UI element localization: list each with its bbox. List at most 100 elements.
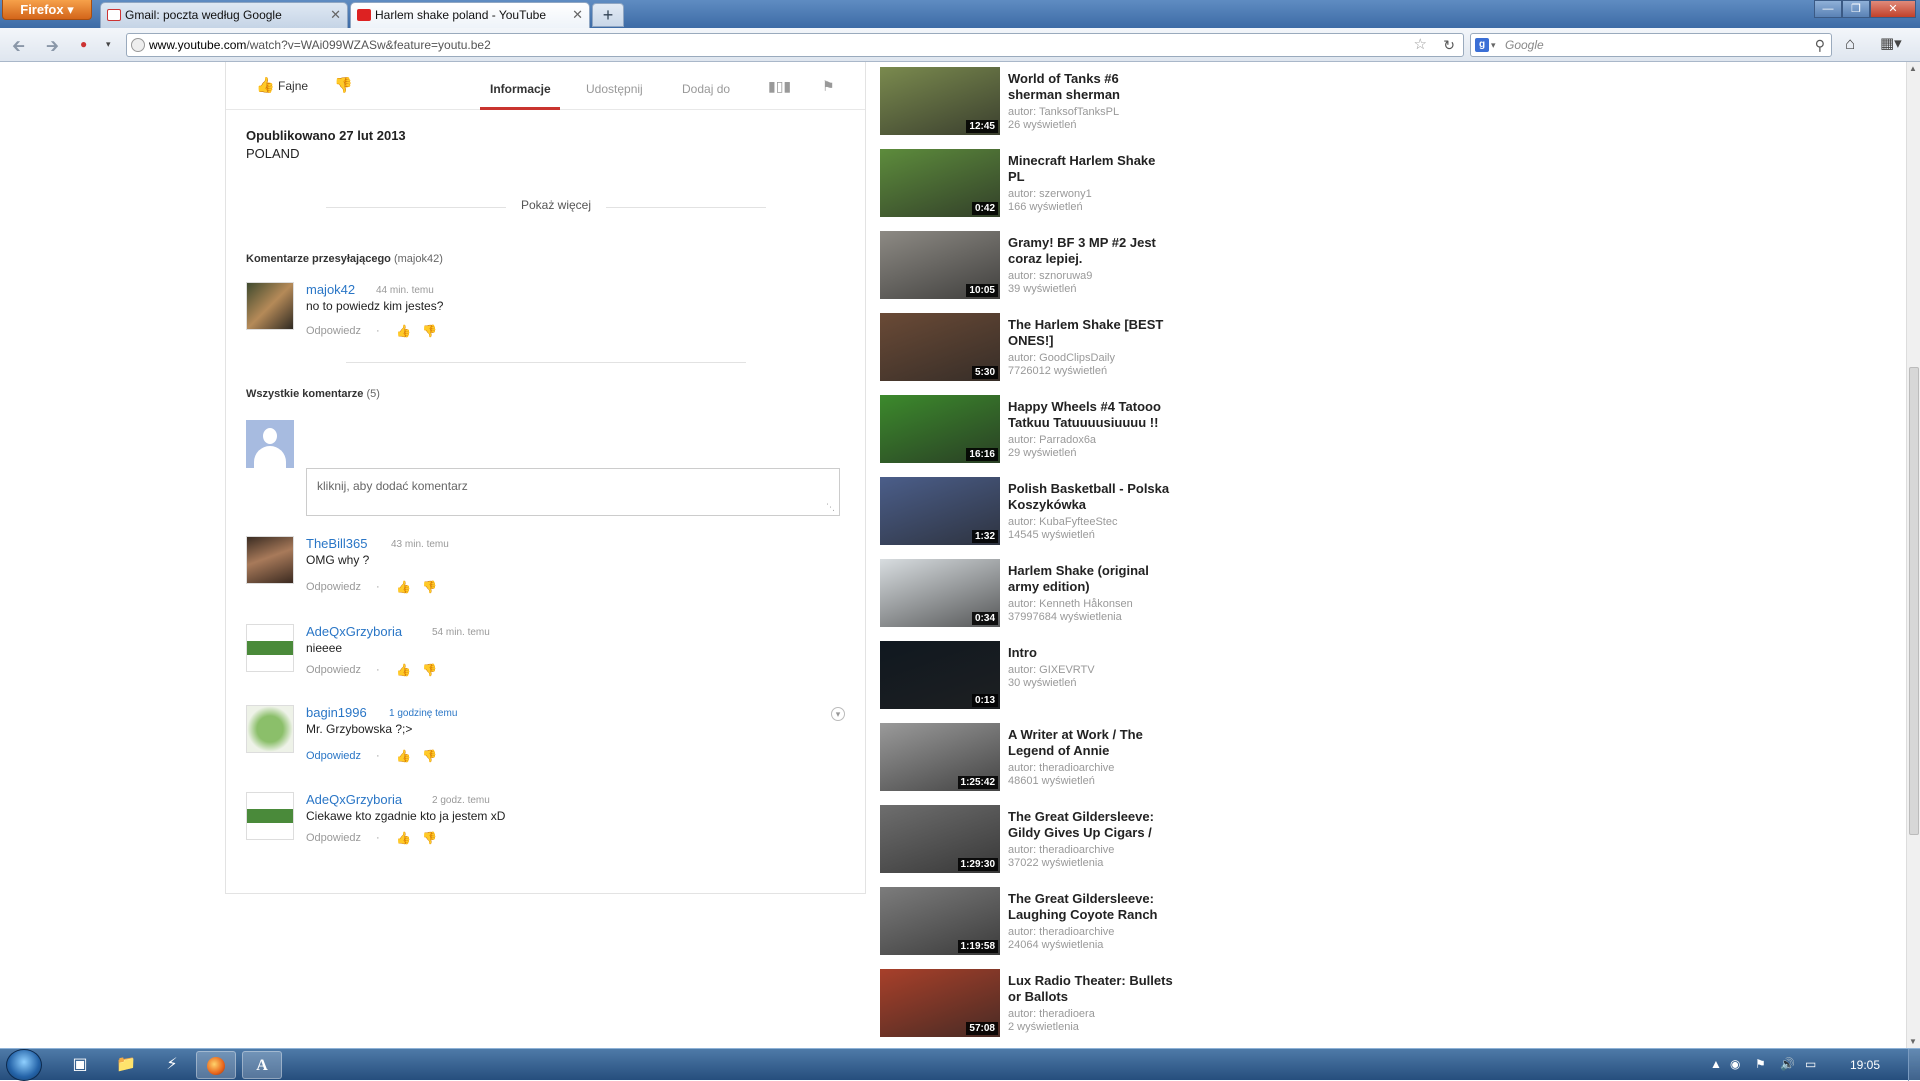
search-input[interactable]: g ▾ Google ⚲ — [1470, 33, 1832, 57]
tab-add-to[interactable]: Dodaj do — [682, 82, 730, 96]
reply-button[interactable]: Odpowiedz — [306, 664, 361, 676]
tab-youtube[interactable]: Harlem shake poland - YouTube ✕ — [350, 2, 590, 28]
scrollbar-thumb[interactable] — [1909, 367, 1919, 835]
close-window-button[interactable]: ✕ — [1870, 0, 1916, 18]
address-bar[interactable]: www.youtube.com/watch?v=WAi099WZASw&feat… — [126, 33, 1464, 57]
volume-icon[interactable]: 🔊 — [1780, 1057, 1795, 1071]
thumbs-down-icon[interactable]: 👎 — [422, 324, 437, 338]
resize-handle[interactable]: ⋱ — [826, 502, 835, 513]
tray-arrow-icon[interactable]: ▲ — [1710, 1057, 1722, 1071]
scroll-up-icon[interactable]: ▲ — [1909, 64, 1917, 73]
avatar[interactable] — [246, 624, 294, 672]
video-thumbnail[interactable]: 1:19:58 — [880, 887, 1000, 955]
avatar[interactable] — [246, 705, 294, 753]
comment-time[interactable]: 2 godz. temu — [432, 795, 490, 806]
thumbs-down-icon[interactable]: 👎 — [422, 580, 437, 594]
stats-icon[interactable]: ▮▯▮ — [768, 78, 791, 95]
comment-username[interactable]: bagin1996 — [306, 705, 367, 720]
video-thumbnail[interactable]: 1:25:42 — [880, 723, 1000, 791]
comment-username[interactable]: majok42 — [306, 282, 355, 297]
video-thumbnail[interactable]: 10:05 — [880, 231, 1000, 299]
new-tab-button[interactable]: + — [592, 3, 624, 27]
comment-username[interactable]: TheBill365 — [306, 536, 367, 551]
chevron-down-icon[interactable]: ▾ — [106, 39, 111, 50]
page-scrollbar[interactable]: ▲ ▼ — [1906, 62, 1920, 1048]
comment-options-icon[interactable]: ▾ — [831, 707, 845, 721]
video-title[interactable]: Minecraft Harlem Shake PL — [1008, 153, 1174, 185]
related-video-item[interactable]: 16:16 Happy Wheels #4 Tatooo Tatkuu Tatuu… — [880, 395, 1180, 465]
close-icon[interactable]: ✕ — [572, 3, 583, 27]
video-title[interactable]: The Harlem Shake [BEST ONES!] — [1008, 317, 1174, 349]
show-desktop-button[interactable] — [1908, 1049, 1920, 1081]
reply-button[interactable]: Odpowiedz — [306, 832, 361, 844]
video-thumbnail[interactable]: 16:16 — [880, 395, 1000, 463]
video-thumbnail[interactable]: 57:08 — [880, 969, 1000, 1037]
like-button[interactable]: 👍 Fajne — [256, 76, 308, 94]
related-video-item[interactable]: 1:19:58 The Great Gildersleeve: Laughing … — [880, 887, 1180, 957]
video-thumbnail[interactable]: 0:42 — [880, 149, 1000, 217]
dislike-button[interactable]: 👎 — [334, 76, 353, 94]
comment-time[interactable]: 43 min. temu — [391, 539, 449, 550]
tab-gmail[interactable]: Gmail: poczta według Google ✕ — [100, 2, 348, 28]
maximize-button[interactable]: ❐ — [1842, 0, 1870, 18]
show-more-button[interactable]: Pokaż więcej — [506, 198, 606, 212]
addon-icon[interactable]: ● — [80, 37, 87, 51]
minimize-button[interactable]: — — [1814, 0, 1842, 18]
video-thumbnail[interactable]: 1:29:30 — [880, 805, 1000, 873]
font-app-icon[interactable]: A — [242, 1051, 282, 1079]
related-video-item[interactable]: 1:25:42 A Writer at Work / The Legend of … — [880, 723, 1180, 793]
related-video-item[interactable]: 1:32 Polish Basketball - Polska Koszykówk… — [880, 477, 1180, 547]
video-thumbnail[interactable]: 12:45 — [880, 67, 1000, 135]
related-video-item[interactable]: 0:42 Minecraft Harlem Shake PL autor: szer… — [880, 149, 1180, 219]
video-thumbnail[interactable]: 0:13 — [880, 641, 1000, 709]
chevron-down-icon[interactable]: ▾ — [1491, 34, 1496, 56]
thumbs-down-icon[interactable]: 👎 — [422, 663, 437, 677]
reply-button[interactable]: Odpowiedz — [306, 750, 361, 762]
comment-username[interactable]: AdeQxGrzyboria — [306, 792, 402, 807]
reply-button[interactable]: Odpowiedz — [306, 325, 361, 337]
video-title[interactable]: World of Tanks #6 sherman sherman — [1008, 71, 1174, 103]
related-video-item[interactable]: 12:45 World of Tanks #6 sherman sherman au… — [880, 67, 1180, 137]
video-title[interactable]: The Great Gildersleeve: Laughing Coyote … — [1008, 891, 1174, 923]
avatar[interactable] — [246, 536, 294, 584]
tab-share[interactable]: Udostępnij — [586, 82, 643, 96]
reply-button[interactable]: Odpowiedz — [306, 581, 361, 593]
network-icon[interactable]: ◉ — [1730, 1057, 1740, 1071]
display-icon[interactable]: ▭ — [1805, 1057, 1816, 1071]
thumbs-up-icon[interactable]: 👍 — [396, 324, 411, 338]
flag-icon[interactable]: ⚑ — [822, 78, 835, 95]
back-arrow-icon[interactable]: 🡰 — [12, 35, 25, 62]
video-title[interactable]: The Great Gildersleeve: Gildy Gives Up C… — [1008, 809, 1174, 841]
related-video-item[interactable]: 0:34 Harlem Shake (original army edition)… — [880, 559, 1180, 629]
avatar[interactable] — [246, 792, 294, 840]
reload-icon[interactable]: ↻ — [1443, 34, 1455, 56]
related-video-item[interactable]: 5:30 The Harlem Shake [BEST ONES!] autor: … — [880, 313, 1180, 383]
comment-time[interactable]: 1 godzinę temu — [389, 708, 457, 719]
video-title[interactable]: Intro — [1008, 645, 1174, 661]
video-title[interactable]: Lux Radio Theater: Bullets or Ballots — [1008, 973, 1174, 1005]
video-title[interactable]: Gramy! BF 3 MP #2 Jest coraz lepiej. — [1008, 235, 1174, 267]
video-thumbnail[interactable]: 0:34 — [880, 559, 1000, 627]
avatar[interactable] — [246, 282, 294, 330]
add-comment-input[interactable]: kliknij, aby dodać komentarz ⋱ — [306, 468, 840, 516]
related-video-item[interactable]: 10:05 Gramy! BF 3 MP #2 Jest coraz lepiej… — [880, 231, 1180, 301]
close-icon[interactable]: ✕ — [330, 3, 341, 27]
home-icon[interactable]: ⌂ — [1845, 34, 1855, 54]
related-video-item[interactable]: 0:13 Intro autor: GIXEVRTV 30 wyświetleń — [880, 641, 1180, 711]
forward-arrow-icon[interactable]: 🡲 — [46, 35, 59, 62]
bookmark-star-icon[interactable]: ☆ — [1414, 34, 1427, 56]
video-title[interactable]: Harlem Shake (original army edition) — [1008, 563, 1174, 595]
comment-time[interactable]: 54 min. temu — [432, 627, 490, 638]
app-icon[interactable]: ⚡ — [152, 1051, 192, 1079]
video-title[interactable]: A Writer at Work / The Legend of Annie — [1008, 727, 1174, 759]
flag-tray-icon[interactable]: ⚑ — [1755, 1057, 1766, 1071]
thumbs-up-icon[interactable]: 👍 — [396, 580, 411, 594]
scroll-down-icon[interactable]: ▼ — [1909, 1037, 1917, 1046]
bookmarks-menu-icon[interactable]: ▦▾ — [1880, 34, 1902, 52]
thumbs-up-icon[interactable]: 👍 — [396, 663, 411, 677]
comment-time[interactable]: 44 min. temu — [376, 285, 434, 296]
clock[interactable]: 19:05 — [1850, 1058, 1880, 1072]
thumbs-down-icon[interactable]: 👎 — [422, 749, 437, 763]
explorer-icon[interactable]: 📁 — [106, 1051, 146, 1079]
video-thumbnail[interactable]: 5:30 — [880, 313, 1000, 381]
